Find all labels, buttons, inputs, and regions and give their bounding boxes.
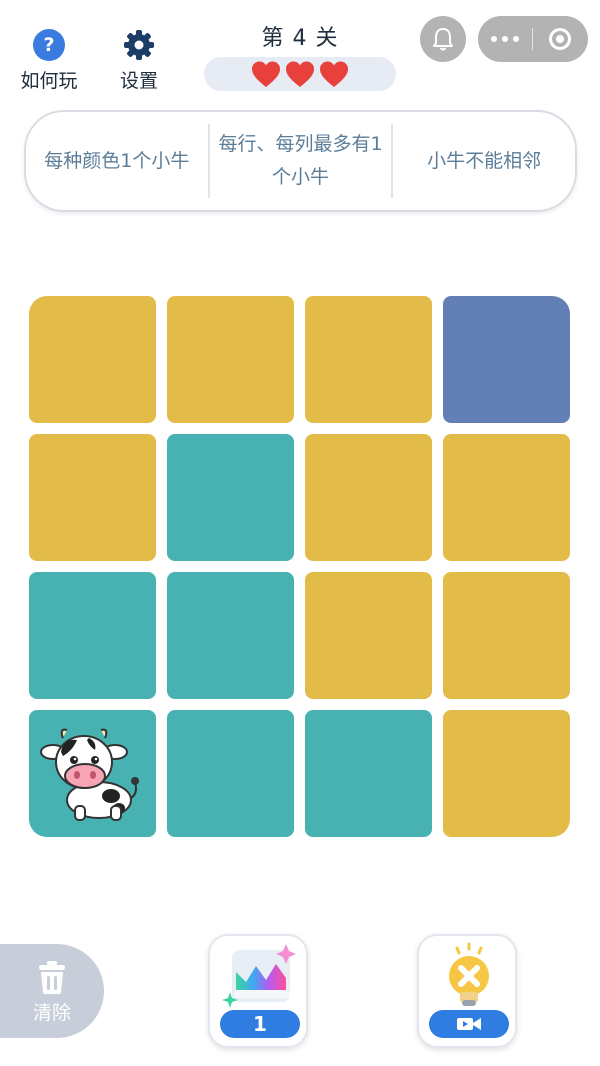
more-dot bbox=[513, 36, 519, 42]
close-mini-program-button[interactable] bbox=[533, 16, 587, 62]
board-cell-r2-c3[interactable] bbox=[305, 434, 432, 561]
bell-icon bbox=[433, 28, 453, 51]
board-cell-r4-c2[interactable] bbox=[167, 710, 294, 837]
watch-video-badge bbox=[429, 1010, 509, 1038]
game-board bbox=[29, 296, 571, 837]
clear-label: 清除 bbox=[32, 1001, 71, 1024]
color-crown-powerup-button[interactable]: 1 bbox=[208, 934, 308, 1048]
rule-one-per-row-column: 每行、每列最多有1个小牛 bbox=[218, 133, 383, 188]
board-cell-r2-c1[interactable] bbox=[29, 434, 156, 561]
powerup-count-badge: 1 bbox=[220, 1010, 300, 1038]
board-cell-r4-c4[interactable] bbox=[443, 710, 570, 837]
clear-button[interactable]: 清除 bbox=[0, 944, 104, 1038]
board-cell-r1-c4[interactable] bbox=[443, 296, 570, 423]
more-dot bbox=[491, 36, 497, 42]
board-cell-r3-c3[interactable] bbox=[305, 572, 432, 699]
board-cell-r4-c3[interactable] bbox=[305, 710, 432, 837]
board-cell-r3-c1[interactable] bbox=[29, 572, 156, 699]
board-cell-r2-c4[interactable] bbox=[443, 434, 570, 561]
heart-icon bbox=[252, 61, 280, 87]
rule-one-per-color: 每种颜色1个小牛 bbox=[44, 149, 190, 172]
board-cell-r1-c2[interactable] bbox=[167, 296, 294, 423]
hint-bulb-button[interactable] bbox=[417, 934, 517, 1048]
lightbulb-icon bbox=[449, 942, 489, 1006]
board-cell-r2-c2[interactable] bbox=[167, 434, 294, 561]
rules-panel: 每种颜色1个小牛 每行、每列最多有1个小牛 小牛不能相邻 bbox=[24, 110, 577, 212]
board-cell-r3-c4[interactable] bbox=[443, 572, 570, 699]
cow-icon bbox=[39, 728, 139, 821]
rainbow-crown-icon bbox=[222, 944, 296, 1008]
board-cell-r4-c1[interactable] bbox=[29, 710, 156, 837]
notification-button[interactable] bbox=[420, 16, 466, 62]
settings-label: 设置 bbox=[119, 70, 158, 92]
more-options-button[interactable] bbox=[478, 16, 532, 62]
how-to-play-label: 如何玩 bbox=[20, 70, 78, 92]
game-screen: ? 如何玩 设置 第 4 关 每种颜色1个小牛 每行、每列最多有1个小牛 小牛不… bbox=[0, 0, 600, 1066]
trash-icon bbox=[39, 960, 65, 994]
target-icon bbox=[549, 28, 571, 50]
heart-icon bbox=[286, 61, 314, 87]
board-cell-r1-c1[interactable] bbox=[29, 296, 156, 423]
rule-not-adjacent: 小牛不能相邻 bbox=[427, 149, 542, 172]
mini-program-capsule bbox=[478, 16, 588, 62]
heart-icon bbox=[320, 61, 348, 87]
more-dot bbox=[502, 36, 508, 42]
board-cell-r3-c2[interactable] bbox=[167, 572, 294, 699]
lives-indicator bbox=[204, 57, 396, 91]
board-cell-r1-c3[interactable] bbox=[305, 296, 432, 423]
video-camera-icon bbox=[457, 1018, 481, 1030]
